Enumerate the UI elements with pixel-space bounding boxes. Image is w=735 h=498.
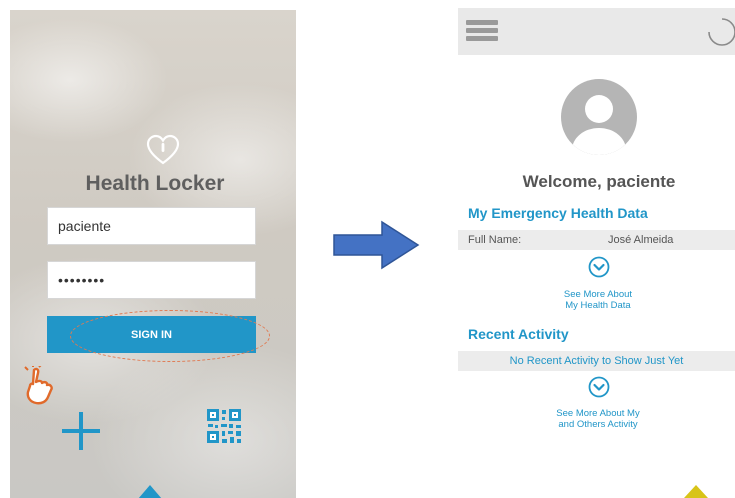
bottom-tab-indicator — [684, 485, 708, 498]
qr-code-icon[interactable] — [206, 408, 242, 444]
see-more-activity-link[interactable]: See More About My and Others Activity — [518, 408, 678, 430]
recent-activity-heading: Recent Activity — [468, 326, 569, 342]
see-more-health-data-link[interactable]: See More About My Health Data — [518, 289, 678, 311]
dashboard-screen: Welcome, paciente My Emergency Health Da… — [458, 8, 735, 498]
heart-lock-icon — [146, 134, 180, 165]
full-name-value: José Almeida — [608, 234, 674, 246]
expand-chevron-icon[interactable] — [588, 376, 610, 398]
no-activity-message: No Recent Activity to Show Just Yet — [458, 351, 735, 371]
hamburger-menu-icon[interactable] — [466, 20, 498, 42]
bottom-tab-indicator — [138, 485, 162, 498]
app-title: Health Locker — [85, 172, 225, 195]
full-name-label: Full Name: — [468, 234, 522, 246]
login-screen: Health Locker SIGN IN — [10, 10, 296, 498]
welcome-message: Welcome, paciente — [522, 172, 676, 191]
tap-hand-icon — [24, 366, 53, 405]
expand-chevron-icon[interactable] — [588, 256, 610, 278]
sign-in-button[interactable]: SIGN IN — [47, 316, 256, 353]
screenshot-stage: Health Locker SIGN IN — [0, 0, 735, 498]
top-bar — [458, 8, 735, 55]
username-input[interactable] — [47, 207, 256, 245]
add-icon[interactable] — [60, 410, 102, 452]
emergency-data-heading: My Emergency Health Data — [468, 205, 648, 221]
full-name-row: Full Name: José Almeida — [458, 230, 735, 250]
avatar[interactable] — [560, 78, 638, 156]
transition-arrow-icon — [333, 220, 420, 270]
loading-spinner-icon — [708, 18, 735, 46]
password-input[interactable] — [47, 261, 256, 299]
